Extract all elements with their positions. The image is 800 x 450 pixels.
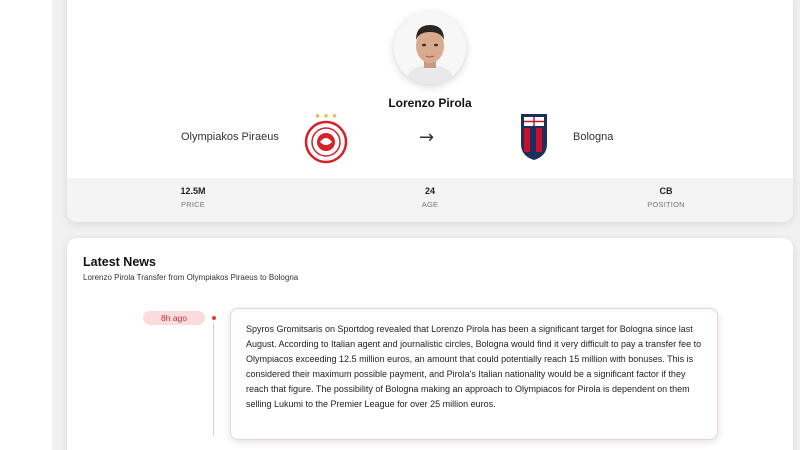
latest-news-card: Latest News Lorenzo Pirola Transfer from… [67, 238, 793, 450]
left-sidebar-strip [0, 0, 52, 450]
to-club-name[interactable]: Bologna [573, 131, 613, 143]
stat-age-label: AGE [421, 200, 439, 209]
news-entry-text: Spyros Gromitsaris on Sportdog revealed … [246, 324, 702, 409]
from-club-name[interactable]: Olympiakos Piraeus [181, 131, 279, 143]
stat-price: 12.5M PRICE [133, 186, 253, 209]
stat-age-value: 24 [424, 186, 435, 196]
stat-price-label: PRICE [181, 200, 205, 209]
stat-position-label: POSITION [647, 200, 685, 209]
player-name: Lorenzo Pirola [388, 96, 472, 110]
stat-age: 24 AGE [370, 186, 490, 209]
stat-position-value: CB [659, 186, 673, 196]
svg-text:★ ★ ★: ★ ★ ★ [314, 112, 337, 120]
news-section-subtitle: Lorenzo Pirola Transfer from Olympiakos … [83, 273, 299, 282]
stats-bar: 12.5M PRICE 24 AGE CB POSITION [67, 178, 793, 222]
news-time-badge: 8h ago [143, 311, 205, 325]
transfer-arrow-icon: → [419, 127, 435, 148]
bologna-logo[interactable] [517, 110, 551, 162]
transfer-card: Lorenzo Pirola Olympiakos Piraeus ★ ★ ★ … [67, 0, 793, 222]
timeline-dot-icon [212, 316, 216, 320]
news-entry-card[interactable]: Spyros Gromitsaris on Sportdog revealed … [230, 308, 718, 440]
stat-price-value: 12.5M [180, 186, 206, 196]
olympiakos-logo[interactable]: ★ ★ ★ [303, 110, 349, 164]
player-avatar [394, 12, 466, 84]
stat-position: CB POSITION [606, 186, 726, 209]
timeline-line [213, 322, 214, 436]
player-photo [394, 12, 466, 84]
news-section-title: Latest News [83, 255, 156, 269]
